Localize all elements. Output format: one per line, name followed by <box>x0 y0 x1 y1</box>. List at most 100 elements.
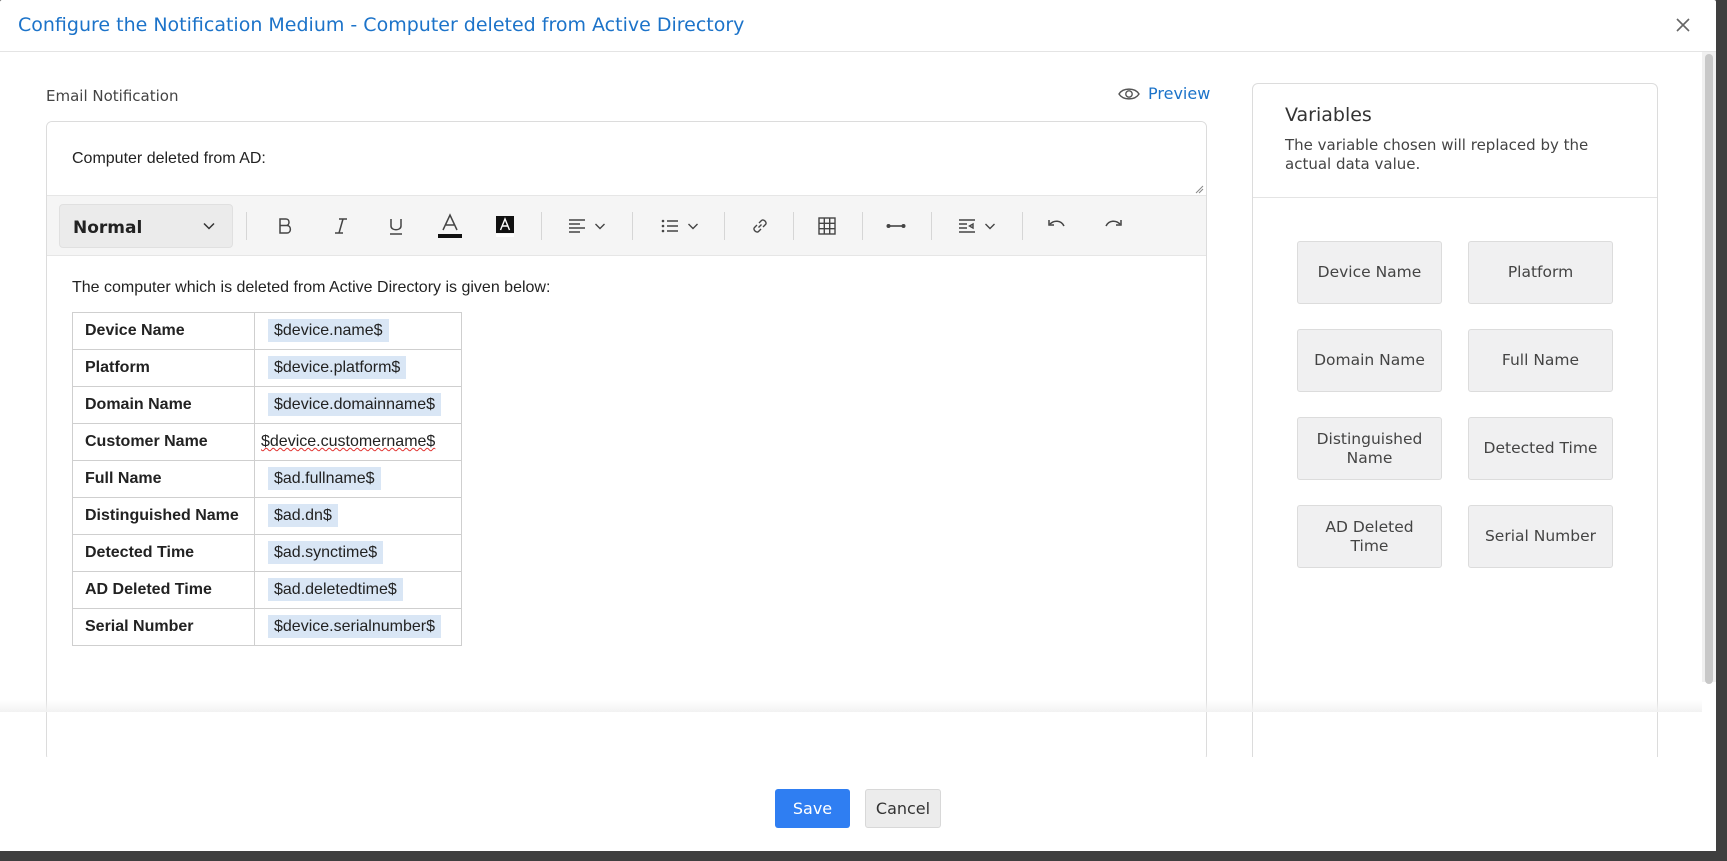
format-select-value: Normal <box>73 218 143 238</box>
format-select[interactable]: Normal <box>59 204 233 248</box>
undo-button[interactable] <box>1041 210 1073 242</box>
toolbar-divider <box>724 212 725 240</box>
notification-dialog: Configure the Notification Medium - Comp… <box>0 0 1716 851</box>
vertical-scrollbar[interactable] <box>1702 52 1716 684</box>
toolbar-divider <box>541 212 542 240</box>
row-value-cell: $ad.deletedtime$ <box>254 571 462 609</box>
chevron-down-icon <box>595 223 605 230</box>
row-label: Distinguished Name <box>72 497 255 535</box>
variables-panel-header: Variables The variable chosen will repla… <box>1253 84 1657 198</box>
background-color-button[interactable] <box>489 210 521 242</box>
variable-button-platform[interactable]: Platform <box>1468 241 1613 304</box>
list-icon <box>661 219 678 233</box>
email-body-editor[interactable]: The computer which is deleted from Activ… <box>47 256 1206 760</box>
align-icon <box>569 219 585 233</box>
row-label: Platform <box>72 349 255 387</box>
email-editor: Normal <box>46 121 1207 761</box>
italic-icon <box>335 218 347 234</box>
insert-button[interactable] <box>952 210 1002 242</box>
variable-button-ad-deleted-time[interactable]: AD Deleted Time <box>1297 505 1442 568</box>
link-icon <box>753 219 767 233</box>
variable-button-distinguished-name[interactable]: Distinguished Name <box>1297 417 1442 480</box>
variable-button-detected-time[interactable]: Detected Time <box>1468 417 1613 480</box>
variable-tag[interactable]: $device.name$ <box>268 319 389 342</box>
variable-button-serial-number[interactable]: Serial Number <box>1468 505 1613 568</box>
redo-button[interactable] <box>1097 210 1129 242</box>
list-button[interactable] <box>655 210 705 242</box>
table-button[interactable] <box>811 210 843 242</box>
toolbar-divider <box>931 212 932 240</box>
row-value-cell: $device.serialnumber$ <box>254 608 462 646</box>
row-value-cell: $device.customername$ <box>254 423 462 461</box>
underline-button[interactable] <box>380 210 412 242</box>
toolbar-divider <box>793 212 794 240</box>
variable-tag[interactable]: $device.domainname$ <box>268 393 441 416</box>
close-icon[interactable] <box>1672 14 1694 36</box>
dialog-footer: Save Cancel <box>0 757 1716 851</box>
undo-icon <box>1048 220 1065 227</box>
underline-icon <box>390 219 402 235</box>
scroll-fade <box>0 700 1702 712</box>
resize-grip-icon[interactable] <box>1194 184 1204 194</box>
horizontal-rule-icon <box>886 224 906 228</box>
bold-button[interactable] <box>269 210 301 242</box>
scrollbar-thumb[interactable] <box>1705 54 1713 684</box>
row-value-cell: $device.platform$ <box>254 349 462 387</box>
table-row: Device Name $device.name$ <box>72 312 462 350</box>
table-icon <box>818 217 836 235</box>
font-color-icon <box>438 213 462 238</box>
dialog-header: Configure the Notification Medium - Comp… <box>0 0 1716 52</box>
table-row: Detected Time $ad.synctime$ <box>72 534 462 572</box>
row-value-cell: $ad.synctime$ <box>254 534 462 572</box>
variable-tag[interactable]: $ad.synctime$ <box>268 541 384 564</box>
toolbar-divider <box>632 212 633 240</box>
row-label: Device Name <box>72 312 255 350</box>
chevron-down-icon <box>985 223 995 230</box>
row-value-cell: $ad.fullname$ <box>254 460 462 498</box>
variable-tag[interactable]: $ad.fullname$ <box>268 467 381 490</box>
table-row: Customer Name $device.customername$ <box>72 423 462 461</box>
variable-tag[interactable]: $ad.dn$ <box>268 504 338 527</box>
variable-button-full-name[interactable]: Full Name <box>1468 329 1613 392</box>
chevron-down-icon <box>688 223 698 230</box>
table-row: AD Deleted Time $ad.deletedtime$ <box>72 571 462 609</box>
align-button[interactable] <box>562 210 612 242</box>
preview-link[interactable]: Preview <box>1118 84 1210 103</box>
table-row: Full Name $ad.fullname$ <box>72 460 462 498</box>
eye-icon <box>1118 87 1140 100</box>
email-notification-label: Email Notification <box>46 87 179 105</box>
row-value-cell: $device.name$ <box>254 312 462 350</box>
italic-button[interactable] <box>325 210 357 242</box>
variable-tag[interactable]: $ad.deletedtime$ <box>268 578 403 601</box>
row-label: Serial Number <box>72 608 255 646</box>
table-row: Platform $device.platform$ <box>72 349 462 387</box>
editor-toolbar: Normal <box>47 195 1206 256</box>
row-label: Domain Name <box>72 386 255 424</box>
horizontal-rule-button[interactable] <box>880 210 912 242</box>
cancel-button[interactable]: Cancel <box>865 789 941 828</box>
background-color-icon <box>496 216 514 237</box>
variable-tag[interactable]: $device.serialnumber$ <box>268 615 441 638</box>
bold-icon <box>279 218 292 234</box>
font-color-button[interactable] <box>434 210 466 242</box>
variable-button-device-name[interactable]: Device Name <box>1297 241 1442 304</box>
link-button[interactable] <box>744 210 776 242</box>
variable-tag[interactable]: $device.platform$ <box>268 356 407 379</box>
row-label: Detected Time <box>72 534 255 572</box>
variables-table: Device Name $device.name$ Platform $devi… <box>72 312 462 646</box>
toolbar-divider <box>246 212 247 240</box>
toolbar-divider <box>1022 212 1023 240</box>
variables-title: Variables <box>1285 104 1372 126</box>
chevron-down-icon <box>203 222 215 230</box>
redo-icon <box>1105 220 1122 227</box>
table-row: Domain Name $device.domainname$ <box>72 386 462 424</box>
preview-label: Preview <box>1148 84 1211 103</box>
subject-input[interactable] <box>47 122 1206 195</box>
variables-panel: Variables The variable chosen will repla… <box>1252 83 1658 763</box>
save-button[interactable]: Save <box>775 789 850 828</box>
dialog-title: Configure the Notification Medium - Comp… <box>18 14 745 36</box>
row-value-cell: $ad.dn$ <box>254 497 462 535</box>
variable-button-domain-name[interactable]: Domain Name <box>1297 329 1442 392</box>
row-label: Full Name <box>72 460 255 498</box>
variable-text-misspelled: $device.customername$ <box>261 433 436 450</box>
